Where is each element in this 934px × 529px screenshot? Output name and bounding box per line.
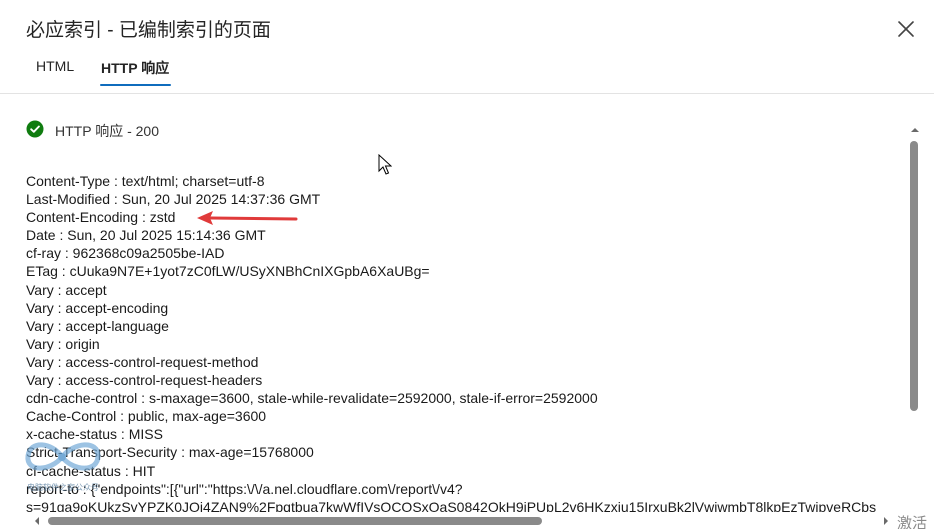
annotation-arrow-icon: [197, 211, 298, 225]
check-circle-icon: [26, 120, 44, 138]
header-line-content-encoding: Content-Encoding : zstd: [26, 209, 176, 226]
scroll-up-arrow-icon[interactable]: [910, 125, 920, 135]
header-line: Vary : access-control-request-headers: [26, 372, 263, 389]
scroll-right-arrow-icon[interactable]: [881, 515, 891, 527]
vertical-scrollbar-thumb[interactable]: [910, 141, 918, 411]
header-line: Vary : accept: [26, 281, 107, 298]
header-line: cf-cache-status : HIT: [26, 462, 156, 479]
header-line: report-to : {"endpoints":[{"url":"https:…: [26, 480, 463, 497]
watermark-text: 电脑软件之家公众号: [27, 483, 99, 492]
watermark-logo-icon: [25, 442, 101, 471]
header-line: cdn-cache-control : s-maxage=3600, stale…: [26, 390, 598, 407]
tab-html[interactable]: HTML: [36, 58, 74, 74]
header-line: Vary : origin: [26, 335, 100, 352]
status-text: HTTP 响应 - 200: [55, 123, 159, 139]
header-line: Vary : accept-encoding: [26, 299, 169, 316]
header-line: Date : Sun, 20 Jul 2025 15:14:36 GMT: [26, 227, 266, 244]
header-line: Vary : accept-language: [26, 317, 169, 334]
horizontal-scrollbar-thumb[interactable]: [48, 517, 542, 525]
http-response-dialog: 必应索引 - 已编制索引的页面 HTML HTTP 响应 HTTP 响应 - 2…: [0, 0, 934, 529]
selected-tab-indicator: [100, 84, 171, 86]
dialog-title: 必应索引 - 已编制索引的页面: [26, 20, 271, 41]
header-line: Content-Type : text/html; charset=utf-8: [26, 173, 265, 189]
header-line: Cache-Control : public, max-age=3600: [26, 408, 267, 425]
tab-http-response[interactable]: HTTP 响应: [101, 58, 169, 78]
header-line: cf-ray : 962368c09a2505be-IAD: [26, 245, 225, 262]
header-line: Last-Modified : Sun, 20 Jul 2025 14:37:3…: [26, 191, 321, 208]
header-line: x-cache-status : MISS: [26, 426, 163, 443]
mouse-cursor-icon: [378, 154, 392, 175]
scroll-left-arrow-icon[interactable]: [32, 515, 42, 527]
header-line: s=91ga9oKUkzSvYPZK0JOi4ZAN9%2Fpqtbua7kwW…: [26, 498, 877, 512]
header-line: Strict-Transport-Security : max-age=1576…: [26, 444, 314, 461]
header-line: Vary : access-control-request-method: [26, 353, 259, 370]
close-icon: [898, 21, 914, 37]
close-button[interactable]: [893, 16, 919, 42]
activation-overlay-text: 激活: [897, 515, 928, 529]
response-headers: Content-Type : text/html; charset=utf-8 …: [26, 172, 906, 512]
header-line: ETag : cUuka9N7E+1yot7zC0fLW/USyXNBhCnIX…: [26, 263, 430, 280]
header-divider: [0, 93, 934, 94]
